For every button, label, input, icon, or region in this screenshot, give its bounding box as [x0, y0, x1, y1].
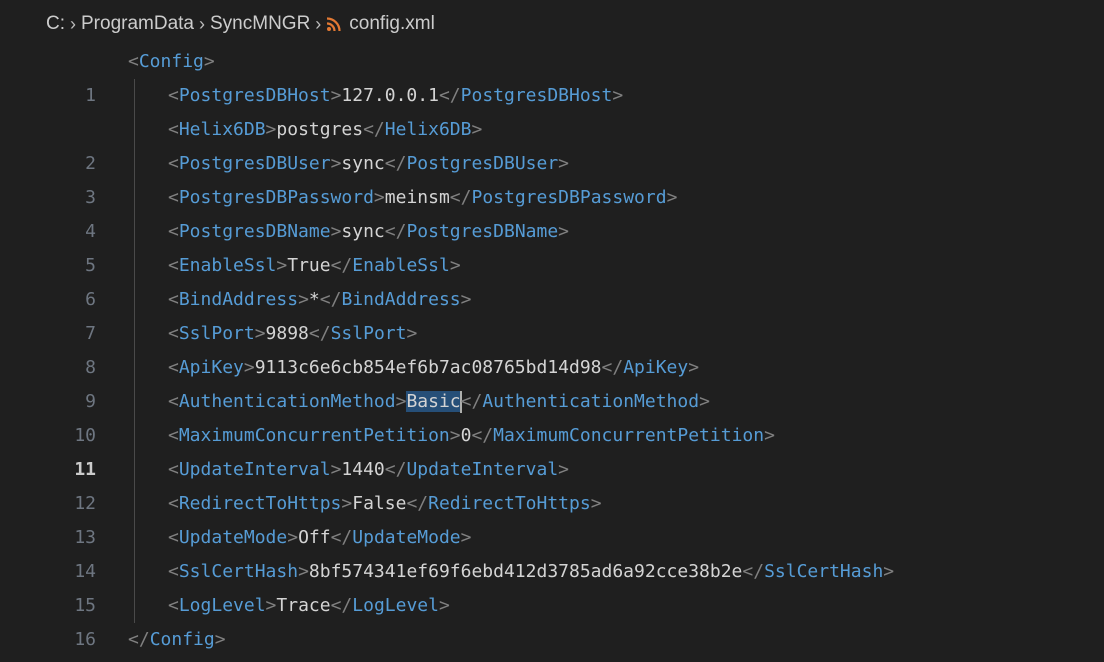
breadcrumb-drive[interactable]: C:	[46, 13, 65, 35]
chevron-right-icon: ›	[70, 13, 76, 34]
indent-guide	[134, 453, 135, 487]
xml-value: sync	[341, 221, 385, 242]
xml-tag-close: SslPort	[330, 323, 407, 344]
rss-icon	[326, 16, 342, 32]
xml-tag-open: SslCertHash	[178, 561, 299, 582]
code-line[interactable]: 12 <MaximumConcurrentPetition>0</Maximum…	[0, 419, 1104, 514]
xml-tag-open: PostgresDBName	[178, 221, 331, 242]
xml-value: postgres	[276, 119, 364, 140]
indent-guide	[134, 589, 135, 623]
breadcrumb-folder-syncmngr[interactable]: SyncMNGR	[210, 13, 310, 35]
code-line[interactable]: 13 <UpdateInterval>1440</UpdateInterval>	[0, 453, 1104, 548]
xml-tag-open: ApiKey	[178, 357, 244, 378]
xml-tag-close: RedirectToHttps	[428, 493, 591, 514]
breadcrumb: C: › ProgramData › SyncMNGR › config.xml	[46, 12, 435, 36]
indent-guide	[134, 283, 135, 317]
code-line[interactable]: 9 <SslPort>9898</SslPort>	[0, 317, 1104, 412]
indent-guide	[134, 351, 135, 385]
selected-text[interactable]: Basic	[406, 391, 461, 412]
chevron-right-icon: ›	[199, 13, 205, 34]
indent-guide	[134, 181, 135, 215]
xml-value: 8bf574341ef69f6ebd412d3785ad6a92cce38b2e	[308, 561, 743, 582]
xml-tag-close: Helix6DB	[384, 119, 472, 140]
code-line-active[interactable]: 11 <AuthenticationMethod>Basic</Authenti…	[0, 385, 1104, 480]
xml-value: 1440	[341, 459, 385, 480]
breadcrumb-folder-programdata[interactable]: ProgramData	[81, 13, 194, 35]
code-lines[interactable]: 1 <Config> 2 <PostgresDBHost>127.0.0.1</…	[0, 45, 1104, 657]
xml-tag-close: PostgresDBUser	[406, 153, 559, 174]
xml-value: False	[352, 493, 407, 514]
code-line[interactable]: 6 <PostgresDBName>sync</PostgresDBName>	[0, 215, 1104, 310]
xml-tag-open: LogLevel	[178, 595, 266, 616]
xml-value: 9898	[265, 323, 309, 344]
code-line[interactable]: 14 <RedirectToHttps>False</RedirectToHtt…	[0, 487, 1104, 582]
xml-tag-open: MaximumConcurrentPetition	[178, 425, 450, 446]
xml-value: 9113c6e6cb854ef6b7ac08765bd14d98	[254, 357, 602, 378]
xml-tag-open: PostgresDBUser	[178, 153, 331, 174]
xml-tag-close: MaximumConcurrentPetition	[493, 425, 765, 446]
code-editor[interactable]: C: › ProgramData › SyncMNGR › config.xml…	[0, 0, 1104, 662]
indent-guide	[134, 147, 135, 181]
xml-tag-close: SslCertHash	[764, 561, 884, 582]
xml-tag-open: RedirectToHttps	[178, 493, 342, 514]
xml-tag-close: Config	[149, 629, 215, 650]
xml-tag-open: AuthenticationMethod	[178, 391, 396, 412]
xml-tag-close: AuthenticationMethod	[482, 391, 700, 412]
code-line[interactable]: 16 <SslCertHash>8bf574341ef69f6ebd412d37…	[0, 555, 1104, 650]
xml-tag-open: SslPort	[178, 323, 255, 344]
xml-tag-close: LogLevel	[352, 595, 439, 616]
code-line[interactable]: 15 <UpdateMode>Off</UpdateMode>	[0, 521, 1104, 616]
xml-tag-open: PostgresDBHost	[178, 85, 331, 106]
xml-tag-close: PostgresDBHost	[460, 85, 613, 106]
code-line[interactable]: 1 <Config>	[0, 45, 1104, 106]
xml-tag-close: EnableSsl	[352, 255, 450, 276]
xml-value: Trace	[276, 595, 331, 616]
xml-value: *	[308, 289, 320, 310]
xml-tag-open: UpdateMode	[178, 527, 288, 548]
xml-tag-close: ApiKey	[623, 357, 689, 378]
xml-tag-close: BindAddress	[341, 289, 461, 310]
indent-guide	[134, 113, 135, 147]
xml-tag-close: PostgresDBName	[406, 221, 559, 242]
code-line[interactable]: 5 <PostgresDBPassword>meinsm</PostgresDB…	[0, 181, 1104, 276]
code-line[interactable]: 2 <PostgresDBHost>127.0.0.1</PostgresDBH…	[0, 79, 1104, 174]
xml-tag-close: PostgresDBPassword	[471, 187, 667, 208]
indent-guide	[134, 521, 135, 555]
indent-guide	[134, 215, 135, 249]
indent-guide	[134, 79, 135, 113]
xml-value: meinsm	[384, 187, 450, 208]
xml-value: Off	[298, 527, 331, 548]
chevron-right-icon: ›	[315, 13, 322, 34]
xml-tag-open: BindAddress	[178, 289, 299, 310]
breadcrumb-file[interactable]: config.xml	[349, 13, 435, 35]
xml-tag-open: EnableSsl	[178, 255, 277, 276]
xml-value: sync	[341, 153, 385, 174]
indent-guide	[134, 487, 135, 521]
code-line[interactable]: 10 <ApiKey>9113c6e6cb854ef6b7ac08765bd14…	[0, 351, 1104, 446]
code-line[interactable]: 4 <PostgresDBUser>sync</PostgresDBUser>	[0, 147, 1104, 242]
code-line[interactable]: 17 <LogLevel>Trace</LogLevel>	[0, 589, 1104, 623]
xml-tag-close: UpdateMode	[352, 527, 461, 548]
xml-tag-open: PostgresDBPassword	[178, 187, 374, 208]
code-line[interactable]: 8 <BindAddress>*</BindAddress>	[0, 283, 1104, 378]
code-line[interactable]: 7 <EnableSsl>True</EnableSsl>	[0, 249, 1104, 344]
xml-tag-open: Config	[138, 51, 204, 72]
indent-guide	[134, 385, 135, 419]
indent-guide	[134, 249, 135, 283]
xml-value: True	[287, 255, 331, 276]
code-line[interactable]: 18 </Config>	[0, 623, 1104, 657]
xml-value: 127.0.0.1	[341, 85, 439, 106]
xml-tag-close: UpdateInterval	[406, 459, 559, 480]
xml-value: 0	[460, 425, 472, 446]
indent-guide	[134, 419, 135, 453]
xml-tag-open: Helix6DB	[178, 119, 266, 140]
indent-guide	[134, 317, 135, 351]
indent-guide	[134, 555, 135, 589]
xml-tag-open: UpdateInterval	[178, 459, 331, 480]
line-number: 18	[40, 657, 96, 662]
code-line[interactable]: 3 <Helix6DB>postgres</Helix6DB>	[0, 113, 1104, 208]
